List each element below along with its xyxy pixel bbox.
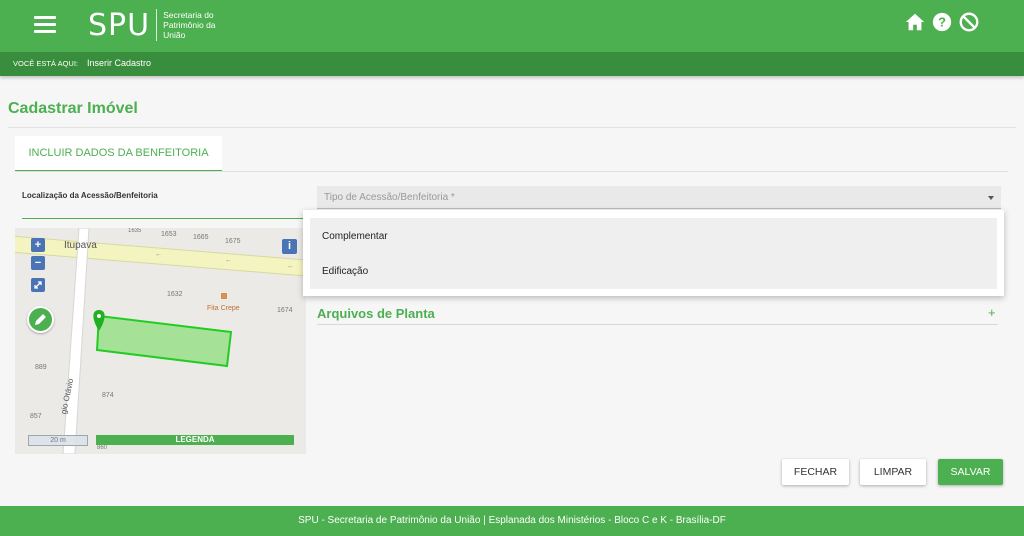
expand-plus-icon[interactable]: + bbox=[988, 305, 996, 320]
direction-arrow: ← bbox=[155, 251, 162, 258]
logo-subtitle-line-2: Patrimônio da bbox=[163, 20, 216, 30]
logo-subtitle-line-3: União bbox=[163, 30, 186, 40]
tipo-acessao-select[interactable]: Tipo de Acessão/Benfeitoria * bbox=[317, 186, 1001, 209]
address-number: 1635 bbox=[128, 228, 142, 234]
arquivos-planta-title[interactable]: Arquivos de Planta bbox=[317, 306, 435, 321]
salvar-button[interactable]: SALVAR bbox=[938, 459, 1003, 485]
svg-text:?: ? bbox=[938, 15, 946, 30]
map-info-button[interactable]: i bbox=[282, 239, 297, 254]
draw-button[interactable] bbox=[27, 306, 54, 333]
select-dropdown: Complementar Edificação bbox=[303, 210, 1004, 296]
help-icon[interactable]: ? bbox=[931, 11, 953, 33]
select-placeholder: Tipo de Acessão/Benfeitoria * bbox=[324, 192, 455, 203]
logo-text: SPU bbox=[88, 7, 151, 43]
pencil-icon bbox=[35, 314, 46, 325]
legend-button[interactable]: LEGENDA bbox=[96, 435, 294, 445]
fullscreen-button[interactable] bbox=[31, 278, 45, 292]
option-edificacao[interactable]: Edificação bbox=[322, 266, 368, 277]
street-otavio bbox=[62, 228, 90, 454]
direction-arrow: ← bbox=[225, 257, 232, 264]
address-number: 1665 bbox=[193, 234, 209, 241]
map-scale: 20 m bbox=[28, 435, 88, 446]
location-divider bbox=[22, 218, 306, 219]
dropdown-options: Complementar Edificação bbox=[310, 218, 997, 289]
address-number: 1653 bbox=[161, 231, 177, 238]
footer: SPU - Secretaria de Patrimônio da União … bbox=[0, 506, 1024, 536]
poi-label: Fita Crepe bbox=[207, 305, 240, 312]
logo-subtitle: Secretaria do Patrimônio da União bbox=[163, 10, 225, 40]
breadcrumb: VOCÊ ESTÁ AQUI: Inserir Cadastro bbox=[0, 52, 1024, 76]
zoom-out-button[interactable]: − bbox=[31, 256, 45, 270]
poi-icon bbox=[221, 293, 227, 299]
tab-divider bbox=[15, 171, 1008, 172]
address-number: 857 bbox=[30, 413, 42, 420]
home-icon[interactable] bbox=[904, 11, 926, 33]
breadcrumb-current[interactable]: Inserir Cadastro bbox=[87, 58, 151, 68]
block-icon[interactable] bbox=[958, 11, 980, 33]
street-label: Itupava bbox=[64, 240, 97, 251]
location-label: Localização da Acessão/Benfeitoria bbox=[22, 191, 158, 200]
address-number: 1674 bbox=[277, 307, 293, 314]
map-view[interactable]: ← ← ← Itupava gio Otávio 1653 1665 1675 … bbox=[15, 228, 306, 454]
page-title: Cadastrar Imóvel bbox=[8, 100, 138, 117]
address-number: 874 bbox=[102, 392, 114, 399]
header-actions: ? bbox=[904, 11, 980, 33]
chevron-down-icon bbox=[988, 196, 994, 200]
address-number: 1632 bbox=[167, 291, 183, 298]
menu-icon[interactable] bbox=[34, 16, 56, 34]
address-number: 860 bbox=[97, 445, 108, 451]
logo-subtitle-line-1: Secretaria do bbox=[163, 10, 214, 20]
parcel-polygon bbox=[95, 314, 233, 368]
location-marker-dot bbox=[97, 314, 101, 318]
tab-incluir-benfeitoria[interactable]: INCLUIR DADOS DA BENFEITORIA bbox=[15, 136, 222, 172]
arquivos-divider bbox=[317, 324, 998, 325]
zoom-in-button[interactable]: + bbox=[31, 238, 45, 252]
option-complementar[interactable]: Complementar bbox=[322, 231, 388, 242]
breadcrumb-label: VOCÊ ESTÁ AQUI: bbox=[13, 59, 79, 68]
map-canvas[interactable]: ← ← ← bbox=[15, 228, 306, 454]
title-divider bbox=[8, 127, 1016, 128]
logo-divider bbox=[156, 9, 158, 41]
top-bar: SPU Secretaria do Patrimônio da União ? bbox=[0, 0, 1024, 52]
address-number: 889 bbox=[35, 364, 47, 371]
limpar-button[interactable]: LIMPAR bbox=[860, 459, 926, 485]
direction-arrow: ← bbox=[287, 263, 294, 270]
fechar-button[interactable]: FECHAR bbox=[782, 459, 849, 485]
spu-logo[interactable]: SPU Secretaria do Patrimônio da União bbox=[88, 7, 225, 43]
address-number: 1675 bbox=[225, 238, 241, 245]
expand-icon bbox=[34, 281, 42, 289]
